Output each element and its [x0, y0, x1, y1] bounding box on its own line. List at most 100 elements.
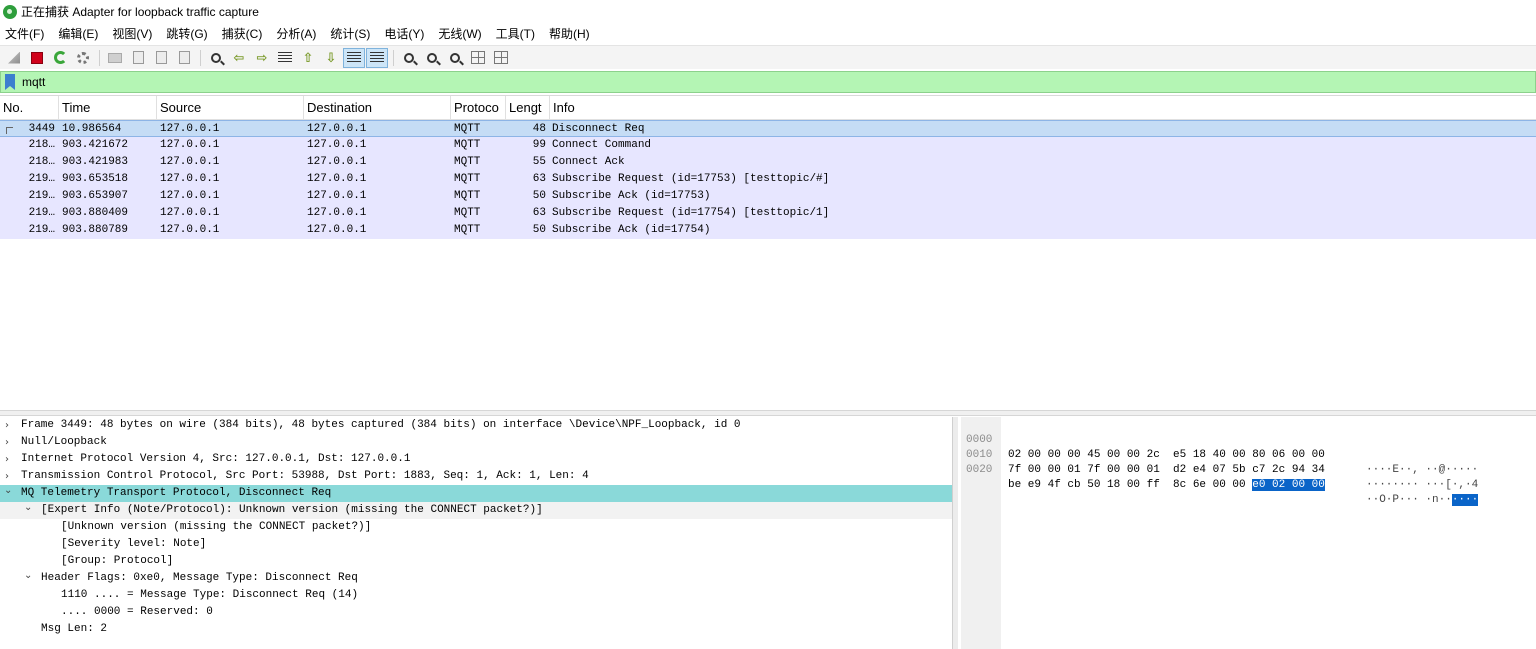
- packet-row[interactable]: 219… 903.880789 127.0.0.1 127.0.0.1 MQTT…: [0, 222, 1536, 239]
- column-header-length[interactable]: Lengt: [506, 96, 550, 119]
- shark-fin-icon[interactable]: [3, 48, 25, 68]
- column-header-time[interactable]: Time: [59, 96, 157, 119]
- highlighted-ascii: ····: [1451, 494, 1479, 506]
- cell-protocol: MQTT: [454, 190, 481, 202]
- restart-capture-icon[interactable]: [49, 48, 71, 68]
- column-header-info[interactable]: Info: [550, 96, 1536, 119]
- last-packet-icon[interactable]: ⇩: [320, 48, 342, 68]
- expand-caret-icon[interactable]: ›: [5, 451, 9, 468]
- pane-splitter[interactable]: [0, 410, 1536, 416]
- packet-list: No. Time Source Destination Protoco Leng…: [0, 95, 1536, 410]
- tree-row-tcp[interactable]: › Transmission Control Protocol, Src Por…: [0, 468, 952, 485]
- capture-options-icon[interactable]: [72, 48, 94, 68]
- column-header-destination[interactable]: Destination: [304, 96, 451, 119]
- packet-row[interactable]: 219… 903.880409 127.0.0.1 127.0.0.1 MQTT…: [0, 205, 1536, 222]
- cell-no: 218…: [28, 139, 55, 151]
- autoscroll-icon[interactable]: [343, 47, 365, 68]
- display-filter-input[interactable]: [22, 73, 1422, 91]
- tree-row-frame[interactable]: › Frame 3449: 48 bytes on wire (384 bits…: [0, 417, 952, 434]
- cell-info: Subscribe Ack (id=17753): [552, 190, 711, 202]
- tree-row-header-flags[interactable]: ⌄ Header Flags: 0xe0, Message Type: Disc…: [0, 570, 952, 587]
- collapse-caret-icon[interactable]: ⌄: [24, 567, 32, 584]
- hex-row[interactable]: 0000 02 00 00 00 45 00 00 2c e5 18 40 00…: [958, 418, 1478, 476]
- column-header-source[interactable]: Source: [157, 96, 304, 119]
- tree-row-null-loopback[interactable]: › Null/Loopback: [0, 434, 952, 451]
- collapse-caret-icon[interactable]: ⌄: [4, 482, 12, 499]
- resize-columns-icon[interactable]: [467, 48, 489, 68]
- cell-source: 127.0.0.1: [160, 173, 220, 185]
- cell-time: 903.653518: [62, 173, 129, 185]
- cell-time: 903.421672: [62, 139, 129, 151]
- cell-destination: 127.0.0.1: [307, 173, 367, 185]
- save-file-icon[interactable]: [127, 48, 149, 68]
- collapse-caret-icon[interactable]: ⌄: [24, 499, 32, 516]
- title-bar: 正在捕获 Adapter for loopback traffic captur…: [0, 0, 1536, 23]
- bookmark-icon[interactable]: [5, 74, 15, 90]
- cell-source: 127.0.0.1: [160, 139, 220, 151]
- packet-row[interactable]: 219… 903.653518 127.0.0.1 127.0.0.1 MQTT…: [0, 171, 1536, 188]
- menu-file[interactable]: 文件(F): [0, 25, 49, 42]
- main-toolbar: ⇦ ⇨ ⇧ ⇩: [0, 45, 1536, 69]
- display-filter-bar: [0, 71, 1536, 93]
- cell-source: 127.0.0.1: [160, 123, 220, 135]
- colorize-icon[interactable]: [366, 47, 388, 68]
- menu-tools[interactable]: 工具(T): [491, 25, 540, 42]
- cell-length: 63: [532, 173, 546, 185]
- cell-info: Disconnect Req: [552, 123, 645, 135]
- cell-time: 903.880789: [62, 224, 129, 236]
- toolbar-separator: [200, 49, 201, 66]
- menu-edit[interactable]: 编辑(E): [53, 25, 103, 42]
- tree-row-text: 1110 .... = Message Type: Disconnect Req…: [61, 589, 359, 601]
- tree-row-severity[interactable]: [Severity level: Note]: [0, 536, 952, 553]
- menu-telephony[interactable]: 电话(Y): [379, 25, 429, 42]
- close-file-icon[interactable]: [150, 48, 172, 68]
- cell-destination: 127.0.0.1: [307, 123, 367, 135]
- column-header-no[interactable]: No.: [0, 96, 59, 119]
- cell-protocol: MQTT: [454, 123, 481, 135]
- normal-size-icon[interactable]: [444, 48, 466, 68]
- menu-go[interactable]: 跳转(G): [161, 25, 212, 42]
- menu-capture[interactable]: 捕获(C): [217, 25, 268, 42]
- expand-caret-icon[interactable]: ›: [5, 434, 9, 451]
- hex-row[interactable]: 0020 be e9 4f cb 50 18 00 ff 8c 6e 00 00…: [958, 448, 1479, 506]
- zoom-in-icon[interactable]: [398, 48, 420, 68]
- packet-row[interactable]: 218… 903.421672 127.0.0.1 127.0.0.1 MQTT…: [0, 137, 1536, 154]
- cell-length: 55: [532, 156, 546, 168]
- tree-row-text: .... 0000 = Reserved: 0: [61, 606, 213, 618]
- expand-caret-icon[interactable]: ›: [5, 417, 9, 434]
- cell-no: 219…: [28, 173, 55, 185]
- open-file-icon[interactable]: [104, 48, 126, 68]
- tree-row-unknown-version[interactable]: [Unknown version (missing the CONNECT pa…: [0, 519, 952, 536]
- tree-row-text: MQ Telemetry Transport Protocol, Disconn…: [21, 487, 332, 499]
- cell-source: 127.0.0.1: [160, 190, 220, 202]
- menu-view[interactable]: 视图(V): [107, 25, 157, 42]
- reload-file-icon[interactable]: [173, 48, 195, 68]
- tree-row-reserved[interactable]: .... 0000 = Reserved: 0: [0, 604, 952, 621]
- tree-row-ipv4[interactable]: › Internet Protocol Version 4, Src: 127.…: [0, 451, 952, 468]
- stop-capture-icon[interactable]: [26, 48, 48, 68]
- menu-wireless[interactable]: 无线(W): [433, 25, 486, 42]
- hex-row[interactable]: 0010 7f 00 00 01 7f 00 00 01 d2 e4 07 5b…: [958, 433, 1478, 491]
- column-header-protocol[interactable]: Protoco: [451, 96, 506, 119]
- tree-row-message-type[interactable]: 1110 .... = Message Type: Disconnect Req…: [0, 587, 952, 604]
- tree-row-mqtt[interactable]: ⌄ MQ Telemetry Transport Protocol, Disco…: [0, 485, 952, 502]
- zoom-out-icon[interactable]: [421, 48, 443, 68]
- packet-row[interactable]: 218… 903.421983 127.0.0.1 127.0.0.1 MQTT…: [0, 154, 1536, 171]
- menu-statistics[interactable]: 统计(S): [325, 25, 375, 42]
- packet-row-selected[interactable]: 3449 10.986564 127.0.0.1 127.0.0.1 MQTT …: [0, 120, 1536, 137]
- layout-icon[interactable]: [490, 48, 512, 68]
- find-packet-icon[interactable]: [205, 48, 227, 68]
- menu-help[interactable]: 帮助(H): [544, 25, 595, 42]
- go-forward-icon[interactable]: ⇨: [251, 48, 273, 68]
- go-back-icon[interactable]: ⇦: [228, 48, 250, 68]
- tree-row-group[interactable]: [Group: Protocol]: [0, 553, 952, 570]
- first-packet-icon[interactable]: ⇧: [297, 48, 319, 68]
- go-to-packet-icon[interactable]: [274, 48, 296, 68]
- tree-row-expert-info[interactable]: ⌄ [Expert Info (Note/Protocol): Unknown …: [0, 502, 952, 519]
- packet-row[interactable]: 219… 903.653907 127.0.0.1 127.0.0.1 MQTT…: [0, 188, 1536, 205]
- cell-length: 63: [532, 207, 546, 219]
- menu-analyze[interactable]: 分析(A): [271, 25, 321, 42]
- hex-offset: 0020: [966, 464, 993, 476]
- tree-row-msg-len[interactable]: Msg Len: 2: [0, 621, 952, 638]
- cell-source: 127.0.0.1: [160, 156, 220, 168]
